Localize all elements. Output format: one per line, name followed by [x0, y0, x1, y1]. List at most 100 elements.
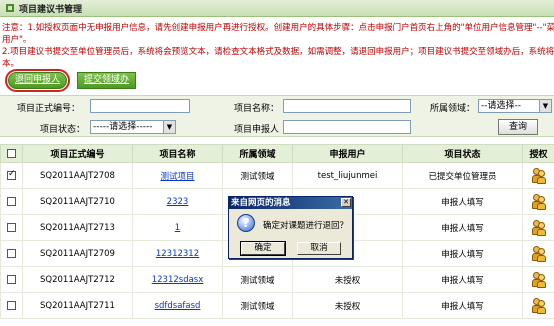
project-code-label: 项目正式编号：: [16, 104, 80, 114]
cell-code: SQ2011AAJT2712: [22, 266, 133, 293]
cell-code: SQ2011AAJT2711: [22, 292, 133, 319]
dialog-title-text: 来自网页的消息: [231, 198, 291, 208]
dialog-title: 来自网页的消息 ✕: [229, 197, 352, 209]
question-icon: ?: [237, 214, 255, 232]
column-header-field: 所属领域: [222, 144, 293, 163]
cell-name: 1: [132, 214, 223, 241]
cell-field: 测试领域: [222, 292, 293, 319]
row-checkbox[interactable]: [7, 248, 16, 258]
page-header: 项目建议书管理: [0, 0, 554, 17]
row-select-cell[interactable]: [0, 214, 23, 241]
notice-text: 注意：1.如授权页面中无申报用户信息，请先创建申报用户再进行授权。创建用户的具体…: [2, 22, 554, 70]
row-select-cell[interactable]: [0, 292, 23, 319]
page-title: 项目建议书管理: [19, 4, 83, 15]
row-select-cell[interactable]: [0, 266, 23, 293]
notice-line-4: 本。: [2, 59, 20, 69]
project-code-input[interactable]: [90, 99, 190, 113]
chevron-down-icon: ▼: [163, 121, 175, 133]
row-select-cell[interactable]: [0, 162, 23, 189]
table-row: SQ2011AAJT2708 测试项目 测试领域test_liujunmei已提交单…: [0, 162, 554, 189]
close-icon[interactable]: ✕: [341, 198, 351, 207]
field-select-value: --请选择--: [481, 101, 521, 111]
dialog-message: 确定对课题进行退回？: [263, 221, 349, 231]
cell-status: 申报人填写: [402, 188, 523, 215]
query-button[interactable]: 查询: [498, 119, 538, 135]
select-all-header[interactable]: [0, 144, 23, 163]
column-header-name: 项目名称: [132, 144, 223, 163]
applicant-label: 项目申报人: [233, 125, 279, 135]
cell-name: 12312sdasx: [132, 266, 223, 293]
cell-status: 申报人填写: [402, 292, 523, 319]
project-name-link[interactable]: 1: [175, 223, 180, 233]
cell-status: 申报人填写: [402, 266, 523, 293]
row-checkbox[interactable]: [7, 169, 16, 180]
cell-name: sdfdsafasd: [132, 292, 223, 319]
users-icon[interactable]: [531, 193, 546, 210]
confirm-dialog: 来自网页的消息 ✕ ? 确定对课题进行退回？ 确定 取消: [228, 196, 353, 259]
cell-auth: [522, 162, 554, 189]
column-header-status: 项目状态: [402, 144, 523, 163]
cell-status: 申报人填写: [402, 240, 523, 267]
dialog-cancel-button[interactable]: 取消: [297, 242, 341, 255]
square-bullet-icon: [6, 4, 14, 12]
column-header-code: 项目正式编号: [22, 144, 133, 163]
cell-user: test_liujunmei: [292, 162, 403, 189]
project-status-select[interactable]: -----请选择----- ▼: [90, 120, 176, 134]
dialog-ok-button[interactable]: 确定: [240, 241, 286, 256]
column-header-auth: 授权: [522, 144, 554, 163]
select-all-checkbox[interactable]: [7, 148, 16, 158]
cell-name: 测试项目: [132, 162, 223, 189]
row-checkbox[interactable]: [7, 196, 16, 206]
column-header-user: 申报用户: [292, 144, 403, 163]
cell-name: 12312312: [132, 240, 223, 267]
row-checkbox[interactable]: [7, 274, 16, 284]
row-checkbox[interactable]: [7, 222, 16, 232]
cell-user: 未授权: [292, 266, 403, 293]
row-select-cell[interactable]: [0, 188, 23, 215]
project-name-link[interactable]: 12312312: [156, 249, 199, 259]
cell-status: 申报人填写: [402, 214, 523, 241]
project-name-link[interactable]: sdfdsafasd: [155, 301, 201, 311]
users-icon[interactable]: [531, 297, 546, 314]
users-icon[interactable]: [531, 245, 546, 262]
cell-auth: [522, 266, 554, 293]
table-row: SQ2011AAJT2712 12312sdasx 测试领域 未授权 申报人填写: [0, 266, 554, 293]
project-status-label: 项目状态：: [39, 125, 85, 135]
notice-line-3: 2.项目建议书提交至单位管理员后，系统将会预览文本，请检查文本格式及数据，如需调…: [2, 47, 554, 57]
cell-code: SQ2011AAJT2708: [22, 162, 133, 189]
cell-name: 2323: [132, 188, 223, 215]
cell-auth: [522, 240, 554, 267]
row-checkbox[interactable]: [7, 300, 16, 310]
users-icon[interactable]: [531, 271, 546, 288]
table-header-row: 项目正式编号 项目名称 所属领域 申报用户 项目状态 授权: [0, 144, 554, 163]
toolbar: 退回申报人 提交领域办: [4, 69, 137, 92]
notice-line-2: 用户"。: [2, 35, 32, 45]
cell-status: 已提交单位管理员: [402, 162, 523, 189]
chevron-down-icon: ▼: [539, 100, 551, 112]
notice-line-1: 注意：1.如授权页面中无申报用户信息，请先创建申报用户再进行授权。创建用户的具体…: [2, 23, 554, 33]
field-select[interactable]: --请选择-- ▼: [478, 99, 552, 113]
field-label: 所属领域：: [429, 104, 475, 114]
cell-code: SQ2011AAJT2713: [22, 214, 133, 241]
cell-user: 未授权: [292, 292, 403, 319]
cell-code: SQ2011AAJT2710: [22, 188, 133, 215]
applicant-input[interactable]: [283, 120, 411, 134]
project-name-link[interactable]: 12312sdasx: [152, 275, 204, 285]
row-select-cell[interactable]: [0, 240, 23, 267]
project-name-label: 项目名称：: [233, 104, 279, 114]
cell-auth: [522, 188, 554, 215]
search-panel: 项目正式编号： 项目名称： 所属领域： --请选择-- ▼ 项目状态： ----…: [0, 95, 554, 137]
table-row: SQ2011AAJT2711 sdfdsafasd 测试领域 未授权 申报人填写: [0, 292, 554, 319]
cell-auth: [522, 292, 554, 319]
cell-field: 测试领域: [222, 162, 293, 189]
users-icon[interactable]: [531, 167, 546, 184]
cell-code: SQ2011AAJT2709: [22, 240, 133, 267]
project-name-input[interactable]: [283, 99, 411, 113]
project-name-link[interactable]: 测试项目: [160, 172, 194, 182]
return-to-applicant-button[interactable]: 退回申报人: [4, 69, 71, 92]
cell-field: 测试领域: [222, 266, 293, 293]
cell-auth: [522, 214, 554, 241]
project-name-link[interactable]: 2323: [167, 197, 189, 207]
submit-to-domain-office-button[interactable]: 提交领域办: [77, 72, 137, 89]
users-icon[interactable]: [531, 219, 546, 236]
